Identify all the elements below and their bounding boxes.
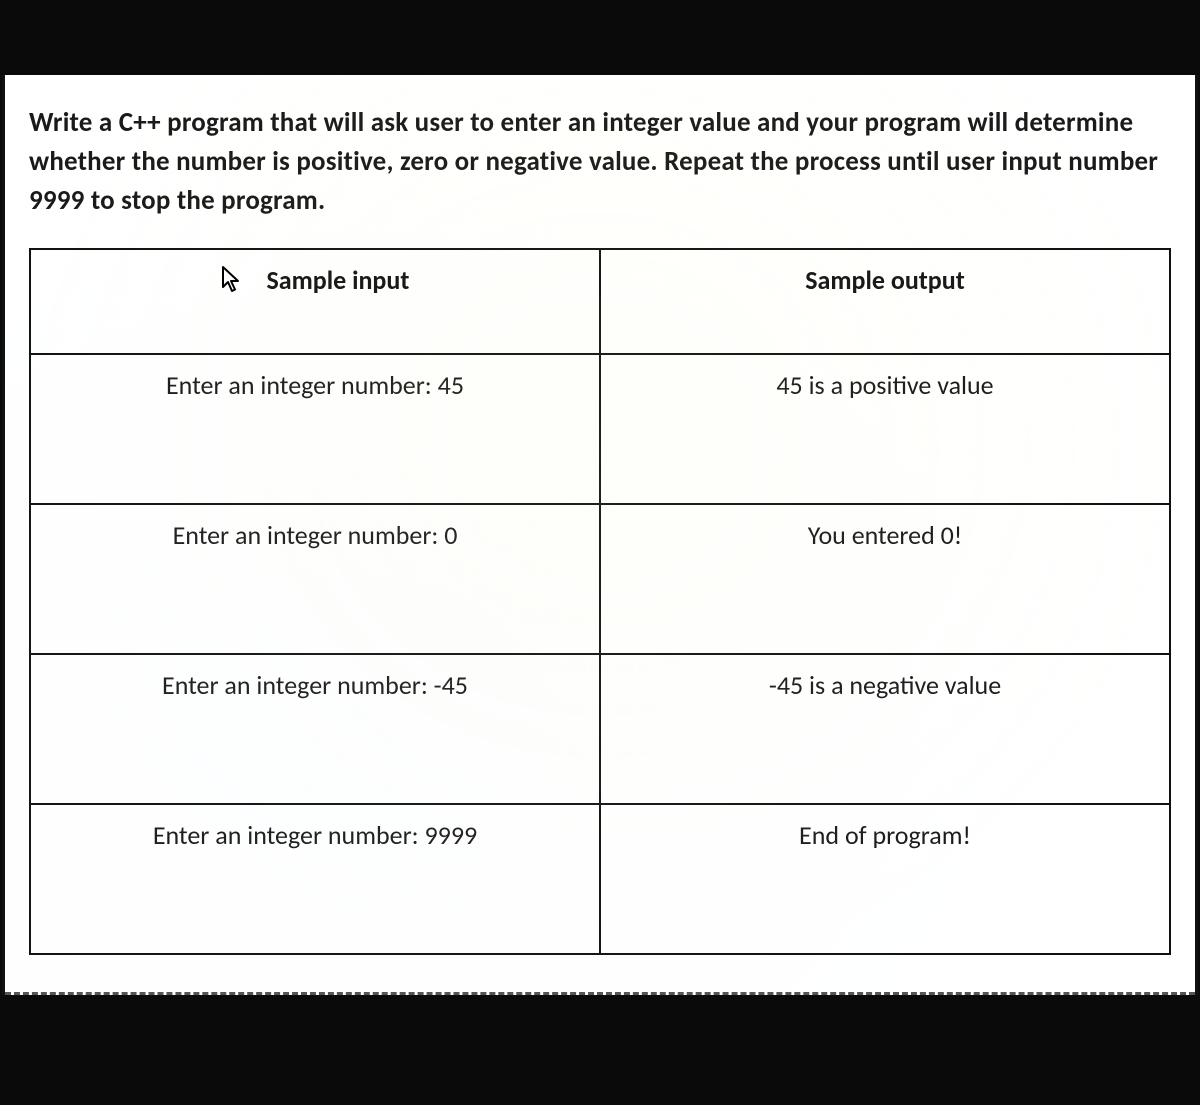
keyword-negative: negative [485,145,582,178]
output-cell: End of program! [600,804,1170,954]
input-cell: Enter an integer number: 45 [30,354,600,504]
input-cell: Enter an integer number: -45 [30,654,600,804]
header-output: Sample output [600,249,1170,354]
table-header-row: Sample input Sample output [30,249,1170,354]
output-cell: -45 is a negative value [600,654,1170,804]
sentinel-value: 9999 [29,184,85,217]
table-row: Enter an integer number: 9999 End of pro… [30,804,1170,954]
cursor-icon [221,265,243,300]
header-input-label: Sample input [267,264,410,296]
problem-text-mid: value. Repeat the process until user inp… [583,145,1158,178]
sep1: , [386,145,399,178]
input-cell: Enter an integer number: 9999 [30,804,600,954]
bottom-divider [5,992,1195,995]
table-row: Enter an integer number: -45 -45 is a ne… [30,654,1170,804]
table-row: Enter an integer number: 0 You entered 0… [30,504,1170,654]
document-page: Write a C++ program that will ask user t… [2,75,1198,995]
sample-table: Sample input Sample output Enter an inte… [29,248,1171,955]
problem-statement: Write a C++ program that will ask user t… [29,103,1171,220]
table-row: Enter an integer number: 45 45 is a posi… [30,354,1170,504]
problem-text-suffix: to stop the program. [85,184,326,217]
output-cell: You entered 0! [600,504,1170,654]
input-cell: Enter an integer number: 0 [30,504,600,654]
output-cell: 45 is a positive value [600,354,1170,504]
header-output-label: Sample output [805,264,964,296]
keyword-zero: zero [400,145,448,178]
header-input: Sample input [30,249,600,354]
sep2: or [448,145,485,178]
keyword-positive: positive [296,145,386,178]
